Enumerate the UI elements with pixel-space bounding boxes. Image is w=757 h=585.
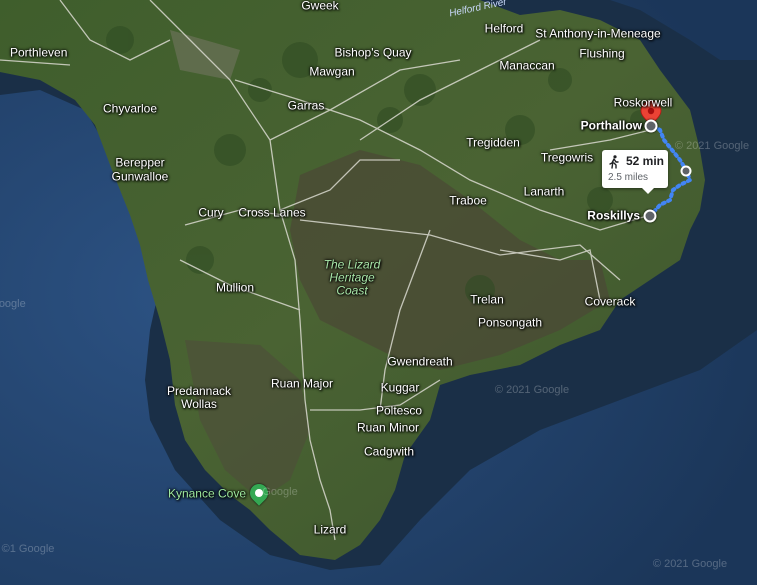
place-label-gwendreath[interactable]: Gwendreath <box>387 355 452 369</box>
place-label-cadgwith[interactable]: Cadgwith <box>364 445 414 459</box>
place-label-bishops-quay[interactable]: Bishop's Quay <box>335 46 412 60</box>
google-watermark: Google <box>0 298 26 310</box>
google-watermark: © 2021 Google <box>674 140 750 152</box>
google-watermark: ©1 Google <box>1 543 55 555</box>
google-watermark: © 2021 Google <box>494 384 570 396</box>
google-watermark: Google <box>262 486 298 498</box>
route-via-point[interactable] <box>680 165 692 177</box>
place-label-poltesco[interactable]: Poltesco <box>376 404 422 418</box>
place-label-lanarth[interactable]: Lanarth <box>524 185 565 199</box>
place-label-lizard[interactable]: Lizard <box>314 523 347 537</box>
route-info-callout[interactable]: 52 min 2.5 miles <box>602 150 668 194</box>
place-label-manaccan[interactable]: Manaccan <box>499 59 554 73</box>
place-label-mullion[interactable]: Mullion <box>216 281 254 295</box>
place-label-st-anthony-in-meneage[interactable]: St Anthony-in-Meneage <box>535 27 660 41</box>
place-label-ruan-minor[interactable]: Ruan Minor <box>357 421 419 435</box>
route-distance: 2.5 miles <box>608 172 649 183</box>
place-label-helford[interactable]: Helford <box>485 22 524 36</box>
place-label-predannack-wollas[interactable]: Predannack Wollas <box>164 385 234 411</box>
place-label-flushing[interactable]: Flushing <box>579 47 624 61</box>
place-label-ruan-major[interactable]: Ruan Major <box>271 377 333 391</box>
place-label-cury[interactable]: Cury <box>198 206 223 220</box>
place-label-garras[interactable]: Garras <box>288 99 325 113</box>
route-duration: 52 min <box>626 154 665 168</box>
route-start-circle[interactable] <box>643 209 657 223</box>
place-label-roskillys[interactable]: Roskillys <box>587 209 640 223</box>
place-label-kuggar[interactable]: Kuggar <box>381 381 420 395</box>
place-label-roskorwell[interactable]: Roskorwell <box>614 96 673 110</box>
place-label-porthallow[interactable]: Porthallow <box>581 119 642 133</box>
area-label-lizard-heritage-coast[interactable]: The Lizard Heritage Coast <box>312 258 392 298</box>
place-label-gunwalloe[interactable]: Gunwalloe <box>112 170 169 184</box>
place-label-chyvarloe[interactable]: Chyvarloe <box>103 102 157 116</box>
place-label-ponsongath[interactable]: Ponsongath <box>478 316 542 330</box>
place-label-tregowris[interactable]: Tregowris <box>541 151 593 165</box>
place-label-tregidden[interactable]: Tregidden <box>466 136 520 150</box>
place-label-traboe[interactable]: Traboe <box>449 194 487 208</box>
place-label-mawgan[interactable]: Mawgan <box>309 65 354 79</box>
place-label-berepper[interactable]: Berepper <box>115 156 164 170</box>
poi-label-kynance-cove[interactable]: Kynance Cove <box>168 487 246 501</box>
walking-person-icon <box>609 155 619 169</box>
place-label-coverack[interactable]: Coverack <box>585 295 636 309</box>
route-end-circle[interactable] <box>644 119 658 133</box>
place-label-trelan[interactable]: Trelan <box>470 293 504 307</box>
place-label-gweek[interactable]: Gweek <box>301 0 338 13</box>
google-watermark: © 2021 Google <box>652 558 728 570</box>
place-label-cross-lanes[interactable]: Cross Lanes <box>238 206 305 220</box>
place-label-porthleven[interactable]: Porthleven <box>10 46 67 60</box>
